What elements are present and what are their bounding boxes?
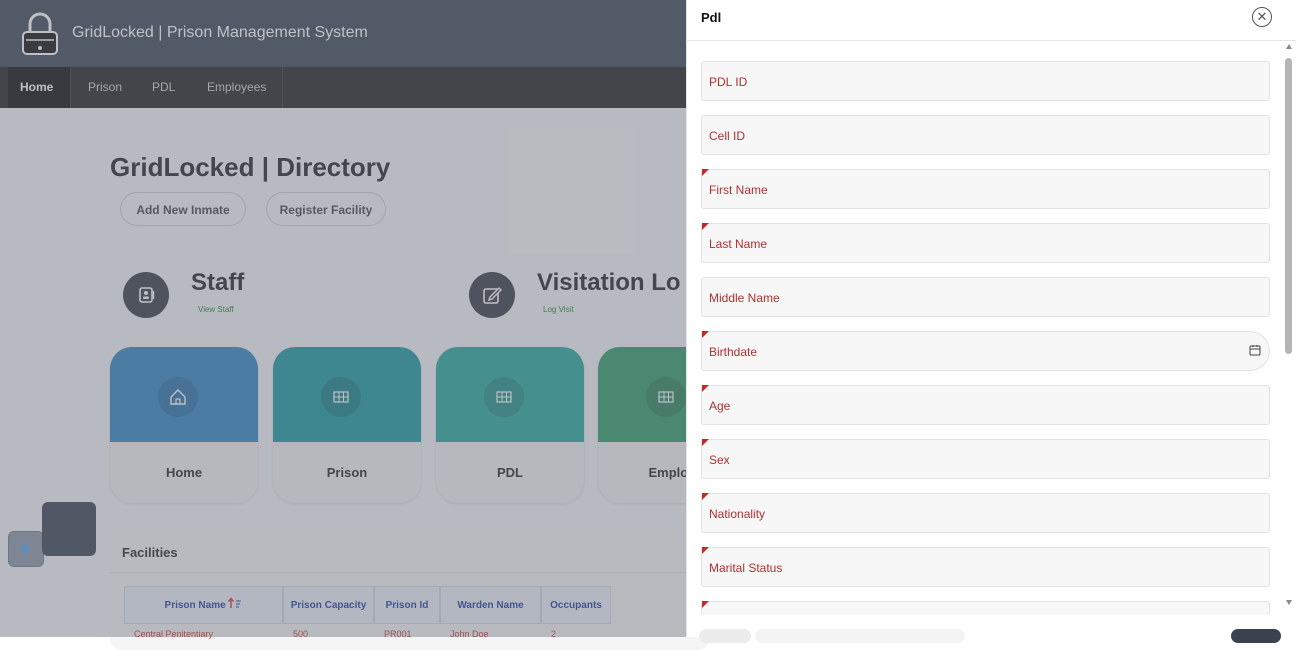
next-field[interactable] xyxy=(701,601,1270,615)
field-label: Middle Name xyxy=(709,291,780,305)
birthdate-field[interactable]: Birthdate xyxy=(701,331,1270,371)
drawer-header: Pdl ✕ xyxy=(687,0,1296,41)
marital-status-field[interactable]: Marital Status xyxy=(701,547,1270,587)
modal-overlay[interactable] xyxy=(0,0,686,637)
scroll-down-arrow-icon[interactable] xyxy=(1286,600,1292,605)
required-marker xyxy=(702,169,709,176)
pdl-id-field[interactable]: PDL ID xyxy=(701,61,1270,101)
field-label: Nationality xyxy=(709,507,766,521)
cell-id-field[interactable]: Cell ID xyxy=(701,115,1270,155)
field-label: Last Name xyxy=(709,237,768,251)
save-button[interactable] xyxy=(1231,629,1281,643)
field-label: Birthdate xyxy=(709,345,758,359)
middle-name-field[interactable]: Middle Name xyxy=(701,277,1270,317)
required-marker xyxy=(702,601,709,608)
scrollbar-thumb[interactable] xyxy=(1285,58,1292,354)
last-name-field[interactable]: Last Name xyxy=(701,223,1270,263)
footer-bar xyxy=(755,629,965,643)
first-name-field[interactable]: First Name xyxy=(701,169,1270,209)
field-label: Age xyxy=(709,399,731,413)
field-label: PDL ID xyxy=(709,75,748,89)
nationality-field[interactable]: Nationality xyxy=(701,493,1270,533)
cancel-button[interactable] xyxy=(699,629,751,643)
field-label: Cell ID xyxy=(709,129,746,143)
drawer-title: Pdl xyxy=(701,10,722,25)
field-label: Marital Status xyxy=(709,561,783,575)
pdl-drawer: Pdl ✕ PDL ID Cell ID First Name Last Nam… xyxy=(686,0,1296,643)
scroll-up-arrow-icon[interactable] xyxy=(1286,44,1292,49)
required-marker xyxy=(702,331,709,338)
close-icon[interactable]: ✕ xyxy=(1252,7,1272,27)
field-label: Sex xyxy=(709,453,730,467)
age-field[interactable]: Age xyxy=(701,385,1270,425)
field-label: First Name xyxy=(709,183,768,197)
required-marker xyxy=(702,385,709,392)
drawer-scrollbar[interactable] xyxy=(1284,44,1294,610)
calendar-icon[interactable] xyxy=(1249,344,1261,356)
required-marker xyxy=(702,547,709,554)
required-marker xyxy=(702,223,709,230)
sex-field[interactable]: Sex xyxy=(701,439,1270,479)
required-marker xyxy=(702,493,709,500)
required-marker xyxy=(702,439,709,446)
